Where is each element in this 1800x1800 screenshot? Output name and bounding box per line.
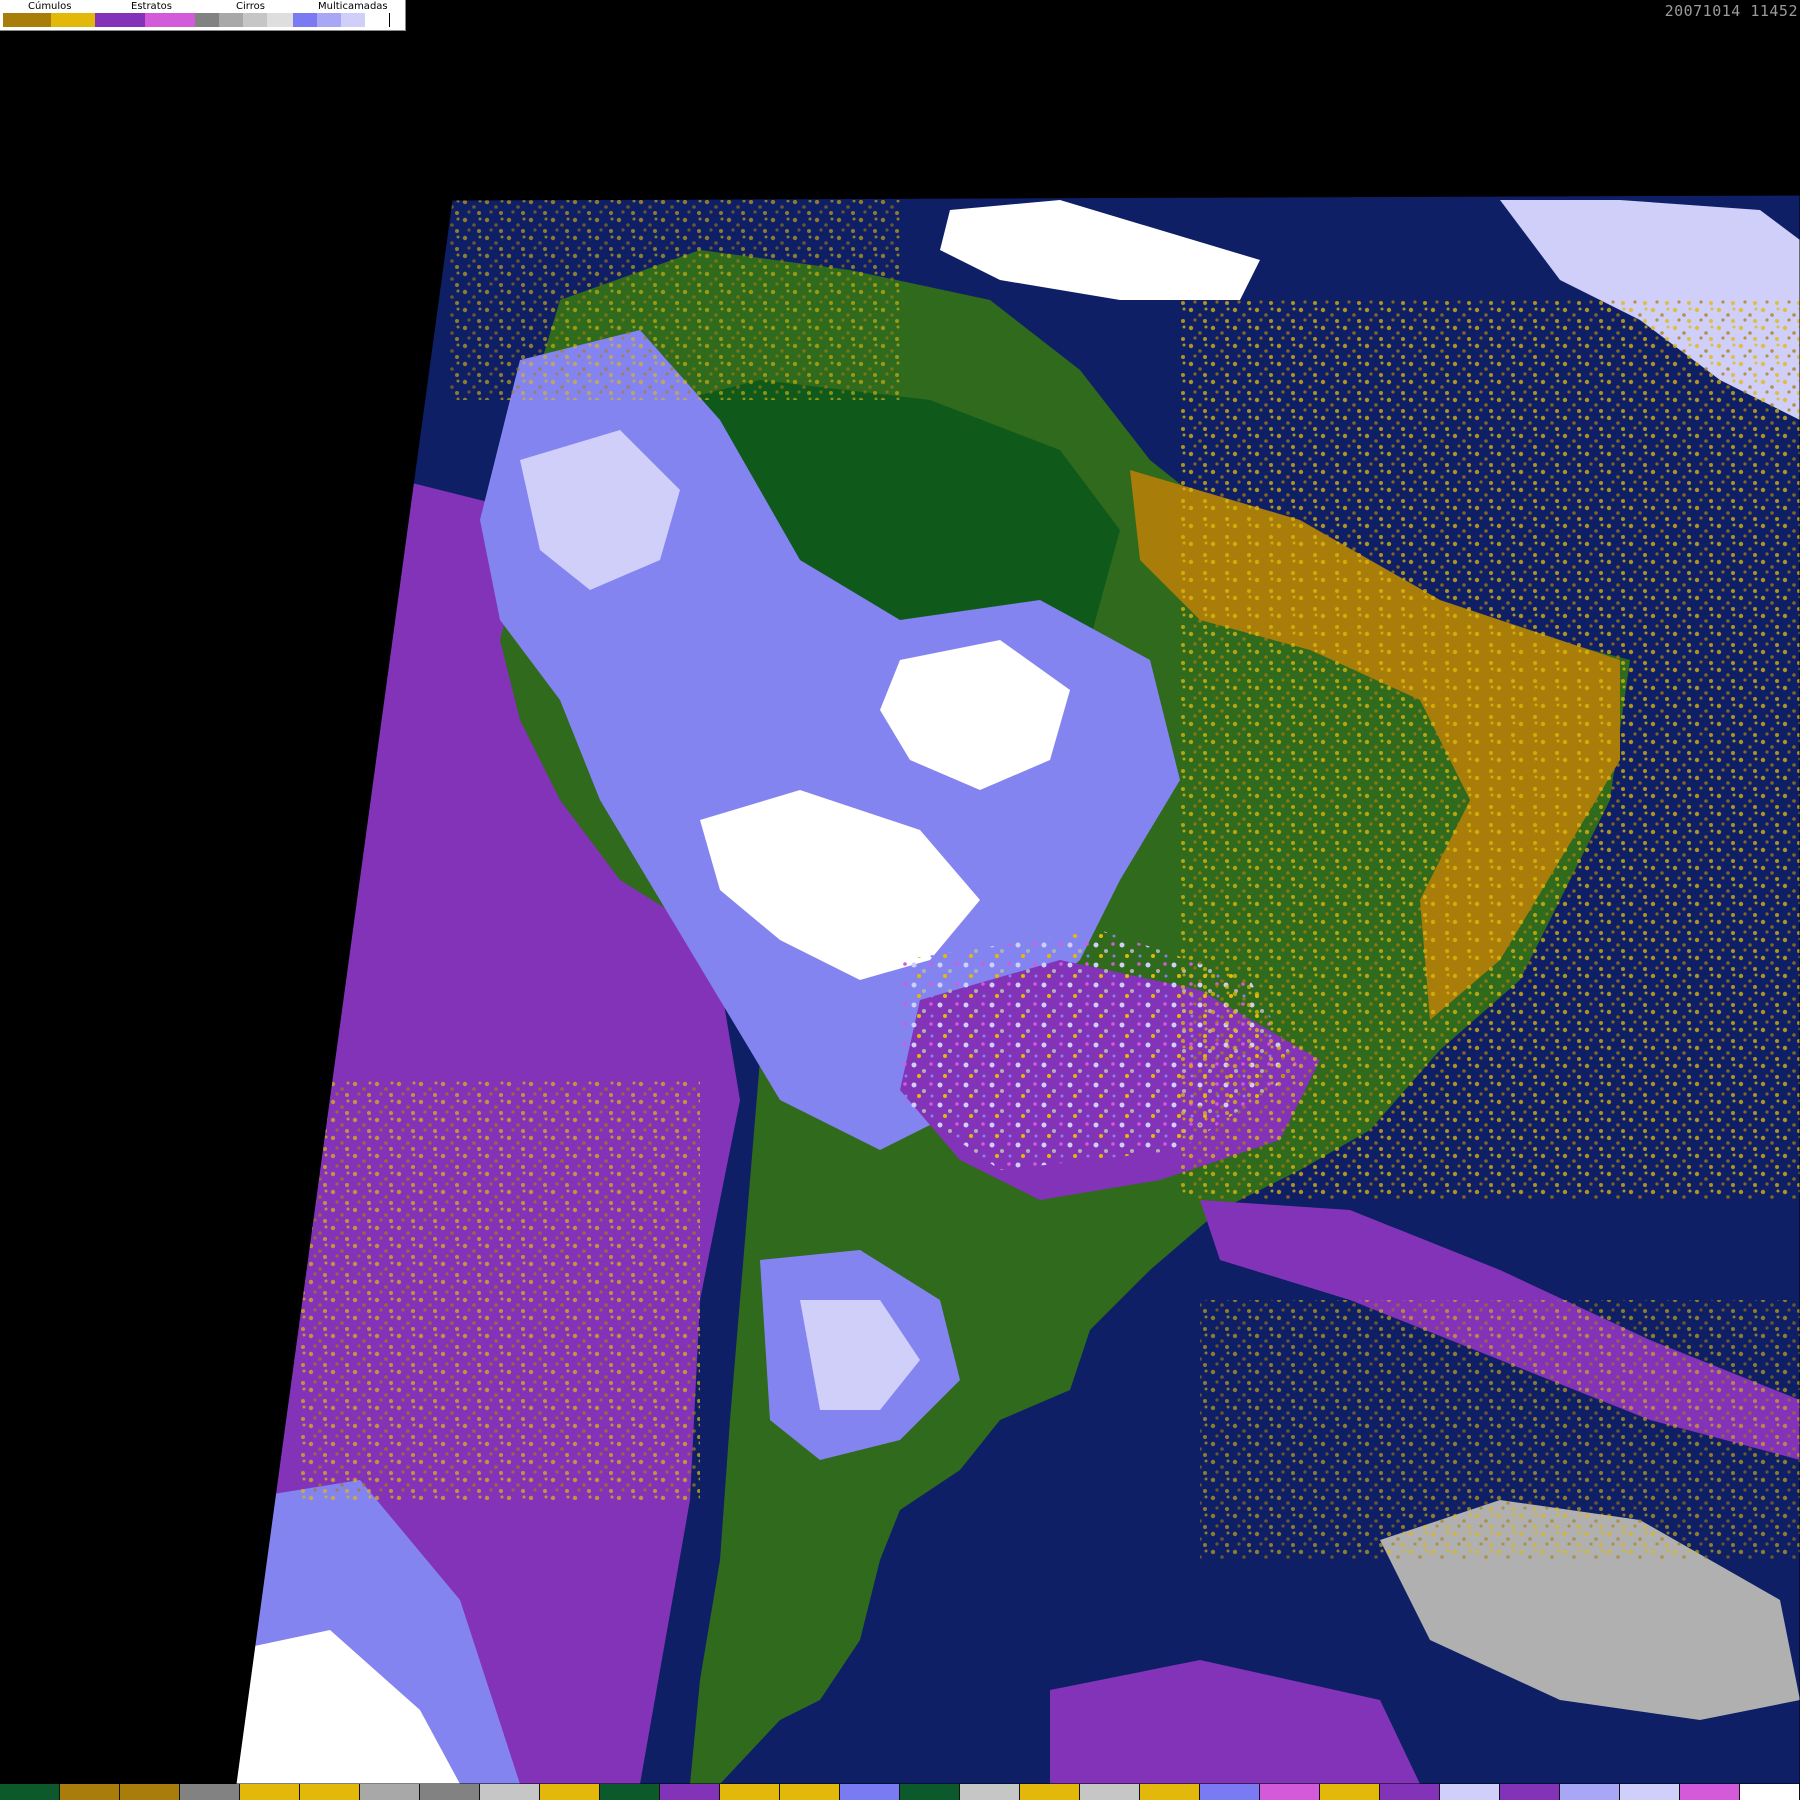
palette-cell	[1140, 1784, 1200, 1800]
palette-cell	[360, 1784, 420, 1800]
north-cumulus-field	[450, 200, 900, 400]
palette-cell	[120, 1784, 180, 1800]
legend-swatch	[341, 13, 365, 27]
palette-cell	[720, 1784, 780, 1800]
legend-label-cumulos: Cúmulos	[28, 1, 72, 12]
palette-cell	[300, 1784, 360, 1800]
pacific-cumulus-field	[300, 1080, 700, 1500]
palette-cell	[1680, 1784, 1740, 1800]
palette-cell	[540, 1784, 600, 1800]
legend-swatch	[3, 13, 51, 27]
legend-label-cirros: Cirros	[236, 1, 265, 12]
palette-cell	[1500, 1784, 1560, 1800]
palette-cell	[660, 1784, 720, 1800]
legend-swatch	[293, 13, 317, 27]
legend-swatch	[51, 13, 95, 27]
palette-cell	[900, 1784, 960, 1800]
satellite-map	[0, 0, 1800, 1800]
palette-cell	[1740, 1784, 1800, 1800]
palette-cell	[1200, 1784, 1260, 1800]
palette-cell	[1440, 1784, 1500, 1800]
palette-cell	[1380, 1784, 1440, 1800]
palette-cell	[60, 1784, 120, 1800]
atlantic-cumulus-field	[1180, 300, 1800, 1200]
legend-swatch	[243, 13, 267, 27]
palette-cell	[1560, 1784, 1620, 1800]
palette-cell	[240, 1784, 300, 1800]
palette-bar	[0, 1784, 1800, 1800]
south-atlantic-cumulus-field	[1200, 1300, 1800, 1560]
palette-cell	[420, 1784, 480, 1800]
palette-cell	[480, 1784, 540, 1800]
legend-swatch	[95, 13, 145, 27]
legend-label-estratos: Estratos	[131, 1, 172, 12]
image-timestamp: 20071014 11452	[1664, 2, 1798, 20]
palette-cell	[780, 1784, 840, 1800]
palette-cell	[0, 1784, 60, 1800]
palette-cell	[1080, 1784, 1140, 1800]
palette-cell	[840, 1784, 900, 1800]
palette-cell	[180, 1784, 240, 1800]
palette-cell	[1320, 1784, 1380, 1800]
palette-cell	[1020, 1784, 1080, 1800]
legend-label-multicamadas: Multicamadas	[318, 1, 388, 12]
legend-swatch	[219, 13, 243, 27]
legend-swatch	[317, 13, 341, 27]
legend-swatch	[365, 13, 390, 27]
legend-swatch	[267, 13, 293, 27]
legend-swatch	[195, 13, 219, 27]
legend-swatch	[145, 13, 195, 27]
palette-cell	[1620, 1784, 1680, 1800]
palette-cell	[1260, 1784, 1320, 1800]
palette-cell	[600, 1784, 660, 1800]
cloud-type-legend: Cúmulos Estratos Cirros Multicamadas	[0, 0, 406, 31]
palette-cell	[960, 1784, 1020, 1800]
